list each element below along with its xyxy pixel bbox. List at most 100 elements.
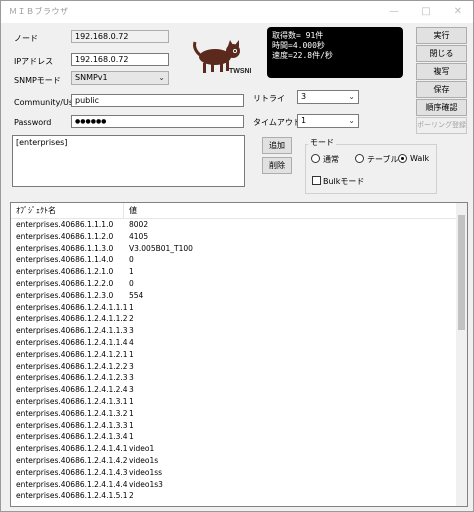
snmp-mode-select[interactable]: SNMPv1 ⌄ [71,71,169,85]
cell-value: 8002 [129,220,149,229]
save-button[interactable]: 保存 [416,81,467,98]
cell-value: 2 [129,314,134,324]
close-icon[interactable]: ✕ [443,1,473,23]
table-row[interactable]: enterprises.40686.1.2.4.1.3.2 1 [11,408,459,420]
mib-browser-window: ＭＩＢブラウザ — □ ✕ ノード 192.168.0.72 IPアドレス 19… [0,0,474,512]
delete-button[interactable]: 削除 [262,157,292,174]
table-row[interactable]: enterprises.40686.1.2.4.1.4.1 video1 [11,443,459,455]
timeout-select[interactable]: 1 ⌄ [297,114,359,128]
cell-object-name: enterprises.40686.1.2.4.1.4.1 [16,444,128,454]
snmp-mode-value: SNMPv1 [75,73,108,82]
cell-value: video1ss [129,467,163,477]
cell-value: 1 [129,349,134,359]
table-row[interactable]: enterprises.40686.1.2.4.1.1.3 3 [11,325,459,337]
table-row[interactable]: enterprises.40686.1.2.4.1.5.1 2 [11,490,459,502]
cell-value: video1s [129,455,159,465]
oid-listbox[interactable]: [enterprises] [12,135,245,187]
column-header-object-name[interactable]: ｵﾌﾞｼﾞｪｸﾄ名 [11,203,124,219]
svg-text:TWSNMP: TWSNMP [229,68,251,75]
table-row[interactable]: enterprises.40686.1.2.4.1.2.3 3 [11,372,459,384]
cell-object-name: enterprises.40686.1.2.4.1.2.1 [16,349,128,359]
run-button[interactable]: 実行 [416,27,467,44]
table-row[interactable]: enterprises.40686.1.2.4.1.2.4 3 [11,384,459,396]
close-button[interactable]: 閉じる [416,45,467,62]
retry-label: リトライ [253,94,285,103]
cell-value: 0 [129,278,134,288]
polling-register-button[interactable]: ポーリング登録 [416,117,467,134]
table-row[interactable]: enterprises.40686.1.1.3.0 V3.005B01_T100 [11,243,459,255]
cell-value: 4105 [129,231,149,241]
cell-value: video1s3 [129,479,163,489]
cell-value: 3 [129,361,134,371]
table-row[interactable]: enterprises.40686.1.2.1.0 1 [11,266,459,278]
table-row[interactable]: enterprises.40686.1.2.2.0 0 [11,278,459,290]
copy-button[interactable]: 複写 [416,63,467,80]
cell-object-name: enterprises.40686.1.1.2.0 [16,231,114,241]
timeout-value: 1 [301,116,307,125]
add-button[interactable]: 追加 [262,137,292,154]
ip-address-field[interactable]: 192.168.0.72 [71,53,169,66]
scrollbar-thumb[interactable] [458,215,465,330]
stats-panel: 取得数= 91件 時間=4.000秒 速度=22.8件/秒 [267,27,403,78]
retry-select[interactable]: 3 ⌄ [297,90,359,104]
cell-value: 1 [129,432,134,442]
cell-object-name: enterprises.40686.1.2.4.1.1.2 [16,314,128,324]
cell-value: V3.005B01_T100 [129,243,193,253]
stats-time: 時間=4.000秒 [272,41,325,50]
table-row[interactable]: enterprises.40686.1.2.4.1.1.2 2 [11,313,459,325]
order-check-button[interactable]: 順序確認 [416,99,467,116]
table-row[interactable]: enterprises.40686.1.2.4.1.4.3 video1ss [11,467,459,479]
cell-object-name: enterprises.40686.1.2.4.1.1.1 [16,302,128,312]
table-row[interactable]: enterprises.40686.1.1.1.0 8002 [11,219,459,231]
cell-value: 1 [129,302,134,312]
cell-object-name: enterprises.40686.1.1.1.0 [16,220,114,229]
table-row[interactable]: enterprises.40686.1.2.4.1.2.1 1 [11,349,459,361]
stats-count: 取得数= 91件 [272,31,324,40]
results-table[interactable]: ｵﾌﾞｼﾞｪｸﾄ名 値 enterprises.40686.1.1.1.0 800… [10,202,468,507]
stats-speed: 速度=22.8件/秒 [272,51,333,60]
mode-walk-label[interactable]: Walk [410,154,429,163]
table-row[interactable]: enterprises.40686.1.2.4.1.2.2 3 [11,361,459,373]
table-row[interactable]: enterprises.40686.1.2.3.0 554 [11,290,459,302]
table-row[interactable]: enterprises.40686.1.2.4.1.3.1 1 [11,396,459,408]
cell-object-name: enterprises.40686.1.2.4.1.4.3 [16,467,128,477]
cell-object-name: enterprises.40686.1.2.4.1.4.4 [16,479,128,489]
column-header-value[interactable]: 値 [124,203,459,219]
mode-table-label[interactable]: テーブル [367,154,399,165]
community-field[interactable]: public [71,94,244,107]
table-row[interactable]: enterprises.40686.1.2.4.1.4.4 video1s3 [11,479,459,491]
mode-table-radio[interactable] [355,154,364,163]
mode-walk-radio[interactable] [398,154,407,163]
list-item[interactable]: [enterprises] [16,138,241,147]
minimize-icon[interactable]: — [379,1,409,23]
cell-object-name: enterprises.40686.1.2.4.1.2.4 [16,385,128,395]
mode-normal-radio[interactable] [311,154,320,163]
cell-value: video1 [129,444,155,454]
table-row[interactable]: enterprises.40686.1.2.4.1.4.2 video1s [11,455,459,467]
table-row[interactable]: enterprises.40686.1.1.4.0 0 [11,254,459,266]
cell-value: 1 [129,396,134,406]
cell-value: 3 [129,373,134,383]
bulk-mode-label[interactable]: Bulkモード [323,176,364,187]
table-body: enterprises.40686.1.1.1.0 8002 enterprises… [11,219,459,502]
cell-object-name: enterprises.40686.1.2.2.0 [16,278,114,288]
cell-value: 1 [129,420,134,430]
maximize-icon[interactable]: □ [411,1,441,23]
password-label: Password [14,118,52,127]
table-row[interactable]: enterprises.40686.1.2.4.1.1.1 1 [11,302,459,314]
table-row[interactable]: enterprises.40686.1.2.4.1.3.3 1 [11,420,459,432]
cell-object-name: enterprises.40686.1.1.3.0 [16,243,114,253]
password-field[interactable]: ●●●●●● [71,115,244,128]
ip-address-label: IPアドレス [14,57,54,66]
cell-value: 1 [129,267,134,277]
table-row[interactable]: enterprises.40686.1.2.4.1.3.4 1 [11,431,459,443]
table-row[interactable]: enterprises.40686.1.1.2.0 4105 [11,231,459,243]
node-field[interactable]: 192.168.0.72 [71,30,169,43]
bulk-mode-checkbox[interactable] [312,176,321,185]
cell-object-name: enterprises.40686.1.2.4.1.3.4 [16,432,128,442]
cell-object-name: enterprises.40686.1.1.4.0 [16,255,114,265]
vertical-scrollbar[interactable] [456,203,467,506]
timeout-label: タイムアウト [253,118,301,127]
mode-normal-label[interactable]: 通常 [323,154,339,165]
table-row[interactable]: enterprises.40686.1.2.4.1.1.4 4 [11,337,459,349]
